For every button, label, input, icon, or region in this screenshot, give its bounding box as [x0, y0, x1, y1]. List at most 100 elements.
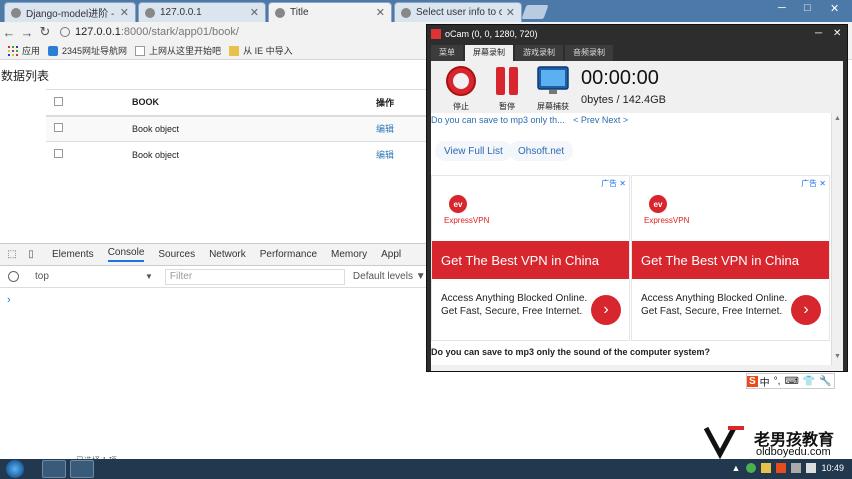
- browser-tab-2[interactable]: 127.0.0.1 ✕: [138, 2, 266, 22]
- keyboard-icon[interactable]: ⌨: [782, 376, 800, 387]
- watermark-url: oldboyedu.com: [756, 446, 831, 458]
- context-select[interactable]: top: [35, 271, 145, 282]
- network-icon[interactable]: [791, 463, 802, 473]
- bookmark-start[interactable]: 上网从这里开始吧: [135, 44, 221, 57]
- start-button[interactable]: [6, 460, 24, 478]
- log-levels-select[interactable]: Default levels ▼: [353, 271, 426, 282]
- close-tab-icon[interactable]: ✕: [120, 6, 129, 19]
- close-tab-icon[interactable]: ✕: [250, 6, 259, 19]
- clear-console-icon[interactable]: [8, 271, 19, 282]
- close-icon[interactable]: ✕: [833, 28, 841, 39]
- new-tab-button[interactable]: [521, 5, 549, 19]
- tray-app-icon[interactable]: [776, 463, 787, 473]
- minimize-icon[interactable]: ─: [778, 2, 786, 14]
- console-prompt-icon[interactable]: ›: [7, 294, 11, 306]
- windows-taskbar: ▲ 10:49: [0, 459, 852, 479]
- devtools-tab-sources[interactable]: Sources: [158, 249, 195, 260]
- ocam-window: oCam (0, 0, 1280, 720) ─ ✕ 菜单 屏幕录制 游戏录制 …: [426, 24, 848, 372]
- pause-icon: [496, 67, 518, 95]
- vertical-scrollbar[interactable]: ▲ ▼: [831, 113, 843, 365]
- url-field[interactable]: 127.0.0.1:8000/stark/app01/book/: [60, 26, 239, 38]
- url-path: :8000/stark/app01/book/: [120, 26, 239, 38]
- ime-punctuation-toggle[interactable]: °,: [772, 376, 783, 387]
- devtools-tab-network[interactable]: Network: [209, 249, 246, 260]
- tray-app-icon[interactable]: [761, 463, 772, 473]
- ad-close-badge[interactable]: 广告 ✕: [801, 178, 826, 189]
- stop-button[interactable]: 停止: [441, 65, 481, 112]
- select-all-checkbox[interactable]: [54, 96, 63, 106]
- devtools-tab-performance[interactable]: Performance: [260, 249, 317, 260]
- tab-title: 127.0.0.1: [160, 7, 202, 18]
- table-row: Book object 编辑: [46, 115, 436, 142]
- device-toolbar-icon[interactable]: ▯: [24, 249, 38, 260]
- close-window-icon[interactable]: ✕: [830, 2, 839, 15]
- folder-icon: [229, 45, 240, 56]
- ocam-tab-screen-record[interactable]: 屏幕录制: [465, 45, 513, 61]
- skin-icon[interactable]: 👕: [801, 376, 817, 387]
- ad-go-button[interactable]: ›: [791, 295, 821, 325]
- taskbar-app-button[interactable]: [70, 460, 94, 478]
- ocam-tab-audio-record[interactable]: 音频录制: [565, 45, 613, 61]
- browser-tab-4[interactable]: Select user info to cha ✕: [394, 2, 522, 22]
- devtools-tab-application[interactable]: Appl: [381, 249, 401, 260]
- horizontal-scrollbar[interactable]: [431, 365, 843, 371]
- browser-tab-3[interactable]: Title ✕: [268, 2, 392, 22]
- settings-wrench-icon[interactable]: 🔧: [817, 376, 833, 387]
- row-checkbox[interactable]: [54, 149, 63, 159]
- scroll-up-icon[interactable]: ▲: [834, 115, 841, 122]
- ime-language-toggle[interactable]: 中: [758, 374, 772, 389]
- bookmark-ie-import[interactable]: 从 IE 中导入: [229, 44, 293, 57]
- ohsoft-link-button[interactable]: Ohsoft.net: [509, 141, 574, 161]
- minimize-icon[interactable]: ─: [815, 28, 822, 39]
- browser-tab-1[interactable]: Django-model进阶 - Y ✕: [4, 2, 136, 22]
- bookmark-apps[interactable]: 应用: [8, 44, 40, 57]
- pause-button[interactable]: 暂停: [487, 65, 527, 112]
- devtools-tab-elements[interactable]: Elements: [52, 249, 94, 260]
- oldboy-logo-icon: [703, 426, 744, 460]
- site-info-icon[interactable]: [60, 27, 70, 37]
- reload-icon[interactable]: ↻: [36, 24, 54, 40]
- tab-title: Django-model进阶 - Y: [26, 9, 116, 20]
- ocam-tab-menu[interactable]: 菜单: [431, 45, 463, 61]
- back-icon[interactable]: ←: [0, 25, 18, 40]
- ocam-tab-game-record[interactable]: 游戏录制: [515, 45, 563, 61]
- ocam-title-bar: oCam (0, 0, 1280, 720) ─ ✕: [427, 25, 847, 43]
- tray-app-icon[interactable]: [746, 463, 757, 473]
- maximize-icon[interactable]: □: [804, 2, 811, 14]
- ad-close-badge[interactable]: 广告 ✕: [601, 178, 626, 189]
- faq-question[interactable]: Do you can save to mp3 only the sound of…: [431, 347, 710, 357]
- edit-link[interactable]: 编辑: [376, 124, 394, 134]
- sogou-logo-icon[interactable]: S: [747, 375, 758, 387]
- taskbar-app-button[interactable]: [42, 460, 66, 478]
- console-filter-input[interactable]: Filter: [164, 268, 345, 285]
- ad-go-button[interactable]: ›: [591, 295, 621, 325]
- prev-next-links[interactable]: < Prev Next >: [573, 115, 628, 125]
- page-title: 数据列表: [1, 69, 50, 83]
- devtools-tab-console[interactable]: Console: [107, 247, 145, 262]
- dropdown-arrow-icon[interactable]: ▼: [145, 272, 153, 281]
- tab-title: Title: [290, 7, 309, 18]
- ad-card[interactable]: 广告 ✕ ev ExpressVPN Get The Best VPN in C…: [431, 175, 630, 341]
- close-tab-icon[interactable]: ✕: [376, 6, 385, 19]
- devtools-tab-memory[interactable]: Memory: [331, 249, 367, 260]
- edit-link[interactable]: 编辑: [376, 150, 394, 160]
- row-checkbox[interactable]: [54, 123, 63, 133]
- console-toolbar: top ▼ Filter Default levels ▼: [0, 266, 428, 288]
- pause-label: 暂停: [499, 102, 515, 111]
- volume-icon[interactable]: [806, 463, 817, 473]
- ad-card[interactable]: 广告 ✕ ev ExpressVPN Get The Best VPN in C…: [631, 175, 830, 341]
- clock[interactable]: 10:49: [821, 463, 844, 473]
- bookmark-label: 从 IE 中导入: [243, 46, 293, 56]
- inspect-element-icon[interactable]: ⬚: [5, 249, 19, 260]
- faq-text[interactable]: Do you can save to mp3 only th...: [431, 115, 565, 125]
- url-host: 127.0.0.1: [75, 26, 121, 38]
- view-full-list-button[interactable]: View Full List: [435, 141, 512, 161]
- recording-timer: 00:00:00: [581, 67, 659, 89]
- capture-button[interactable]: 屏幕捕获: [533, 65, 573, 112]
- forward-icon[interactable]: →: [18, 25, 36, 40]
- bookmark-2345[interactable]: 2345网址导航网: [48, 44, 127, 57]
- close-tab-icon[interactable]: ✕: [506, 6, 515, 19]
- scroll-down-icon[interactable]: ▼: [834, 353, 841, 360]
- recording-size: 0bytes / 142.4GB: [581, 94, 666, 106]
- tray-arrow-icon[interactable]: ▲: [732, 463, 741, 473]
